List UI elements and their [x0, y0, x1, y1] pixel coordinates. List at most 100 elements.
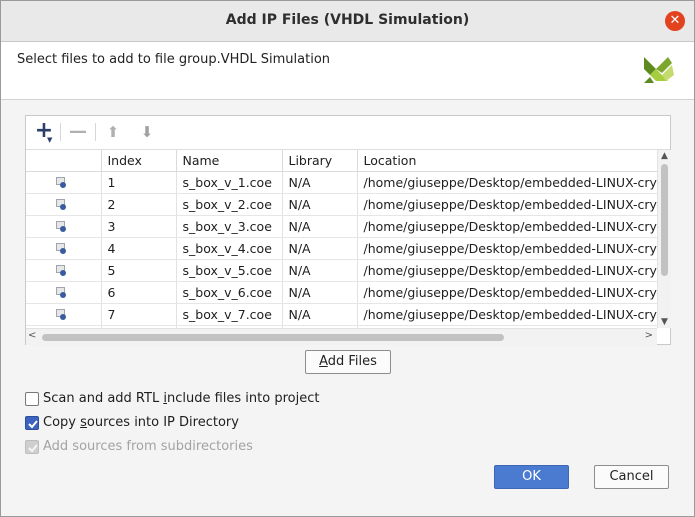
- index-cell: 3: [101, 215, 177, 238]
- file-icon: [56, 287, 68, 298]
- column-header-index[interactable]: Index: [101, 150, 177, 172]
- file-type-cell: [26, 215, 102, 238]
- file-icon: [56, 199, 68, 210]
- library-cell: N/A: [282, 303, 358, 326]
- table-row[interactable]: 6 s_box_v_6.coe N/A/home/giuseppe/Desktop/…: [26, 281, 657, 304]
- table-header-row: Index Name Library Location: [26, 150, 657, 172]
- vertical-scroll-thumb[interactable]: [661, 164, 668, 276]
- name-cell: s_box_v_7.coe: [176, 303, 283, 326]
- remove-file-button[interactable]: —: [67, 122, 89, 142]
- file-icon: [56, 309, 68, 320]
- name-cell: s_box_v_2.coe: [176, 193, 283, 216]
- files-toolbar: + ▼ — ⬆ ⬇: [26, 116, 670, 150]
- checkmark-icon: [28, 444, 38, 453]
- table-row[interactable]: 5 s_box_v_5.coe N/A/home/giuseppe/Desktop/…: [26, 259, 657, 282]
- name-cell: s_box_v_4.coe: [176, 237, 283, 260]
- move-up-button[interactable]: ⬆: [102, 122, 124, 142]
- horizontal-scrollbar[interactable]: < >: [26, 328, 657, 345]
- files-table-viewport[interactable]: Index Name Library Location 1 s_box_v_1.c…: [26, 150, 657, 328]
- toolbar-separator: [95, 123, 96, 141]
- name-cell: s_box_v_1.coe: [176, 171, 283, 194]
- file-icon: [56, 265, 68, 276]
- location-cell: /home/giuseppe/Desktop/embedded-LINUX-cr…: [357, 193, 657, 216]
- label-part: Copy: [43, 415, 81, 430]
- column-header-icon[interactable]: [26, 150, 102, 172]
- location-cell: /home/giuseppe/Desktop/embedded-LINUX-cr…: [357, 215, 657, 238]
- close-icon[interactable]: ✕: [665, 11, 685, 31]
- name-cell: s_box_v_6.coe: [176, 281, 283, 304]
- minus-icon: —: [69, 121, 87, 142]
- add-file-button[interactable]: + ▼: [33, 120, 55, 145]
- library-cell: N/A: [282, 259, 358, 282]
- file-type-cell: [26, 259, 102, 282]
- library-cell: N/A: [282, 171, 358, 194]
- copy-sources-label: Copy sources into IP Directory: [43, 414, 239, 432]
- xilinx-logo-icon: [644, 57, 674, 83]
- table-row[interactable]: 3 s_box_v_3.coe N/A/home/giuseppe/Desktop/…: [26, 215, 657, 238]
- index-cell: 5: [101, 259, 177, 282]
- index-cell: 7: [101, 303, 177, 326]
- add-subdirectories-checkbox: [25, 440, 39, 454]
- library-cell: N/A: [282, 215, 358, 238]
- arrow-down-icon: ⬇: [140, 123, 154, 141]
- column-header-location[interactable]: Location: [357, 150, 657, 172]
- name-cell: s_box_v_5.coe: [176, 259, 283, 282]
- add-files-label: dd Files: [327, 354, 377, 369]
- index-cell: 2: [101, 193, 177, 216]
- file-type-cell: [26, 303, 102, 326]
- cancel-button[interactable]: Cancel: [594, 465, 669, 489]
- file-icon: [56, 221, 68, 232]
- column-header-name[interactable]: Name: [176, 150, 283, 172]
- arrow-up-icon: ⬆: [106, 123, 120, 141]
- scan-rtl-label: Scan and add RTL include files into proj…: [43, 390, 319, 408]
- table-row[interactable]: 2 s_box_v_2.coe N/A/home/giuseppe/Desktop/…: [26, 193, 657, 216]
- scroll-left-icon[interactable]: <: [28, 330, 36, 341]
- name-cell: s_box_v_3.coe: [176, 215, 283, 238]
- scroll-down-icon[interactable]: ▼: [658, 317, 671, 327]
- location-cell: /home/giuseppe/Desktop/embedded-LINUX-cr…: [357, 237, 657, 260]
- scroll-up-icon[interactable]: ▲: [658, 151, 671, 161]
- table-row[interactable]: 1 s_box_v_1.coe N/A/home/giuseppe/Desktop/…: [26, 171, 657, 194]
- library-cell: N/A: [282, 193, 358, 216]
- add-subdirectories-label: Add sources from subdirectories: [43, 439, 253, 454]
- file-icon: [56, 177, 68, 188]
- horizontal-scroll-thumb[interactable]: [42, 334, 504, 341]
- dropdown-caret-icon: ▼: [47, 136, 53, 144]
- location-cell: /home/giuseppe/Desktop/embedded-LINUX-cr…: [357, 303, 657, 326]
- dialog-header: Select files to add to file group.VHDL S…: [1, 42, 694, 100]
- checkmark-icon: [28, 420, 38, 429]
- file-type-cell: [26, 171, 102, 194]
- scroll-right-icon[interactable]: >: [645, 330, 653, 341]
- add-ip-files-dialog: Add IP Files (VHDL Simulation) ✕ Select …: [0, 0, 695, 517]
- files-table: Index Name Library Location 1 s_box_v_1.c…: [26, 150, 657, 328]
- dialog-title: Add IP Files (VHDL Simulation): [225, 12, 470, 28]
- ok-button[interactable]: OK: [494, 465, 569, 489]
- label-mnemonic: s: [80, 415, 87, 430]
- location-cell: /home/giuseppe/Desktop/embedded-LINUX-cr…: [357, 281, 657, 304]
- index-cell: 1: [101, 171, 177, 194]
- title-bar[interactable]: Add IP Files (VHDL Simulation) ✕: [1, 1, 694, 42]
- file-type-cell: [26, 237, 102, 260]
- index-cell: 6: [101, 281, 177, 304]
- index-cell: 4: [101, 237, 177, 260]
- file-type-cell: [26, 193, 102, 216]
- instruction-text: Select files to add to file group.VHDL S…: [17, 52, 331, 67]
- vertical-scrollbar[interactable]: ▲ ▼: [657, 150, 671, 328]
- table-row[interactable]: 4 s_box_v_4.coe N/A/home/giuseppe/Desktop/…: [26, 237, 657, 260]
- add-files-mnemonic: A: [319, 354, 328, 369]
- location-cell: /home/giuseppe/Desktop/embedded-LINUX-cr…: [357, 171, 657, 194]
- file-type-cell: [26, 281, 102, 304]
- column-header-library[interactable]: Library: [282, 150, 358, 172]
- file-icon: [56, 243, 68, 254]
- scan-rtl-checkbox[interactable]: [25, 392, 39, 406]
- move-down-button[interactable]: ⬇: [136, 122, 158, 142]
- toolbar-separator: [60, 123, 61, 141]
- library-cell: N/A: [282, 281, 358, 304]
- table-row[interactable]: 7 s_box_v_7.coe N/A/home/giuseppe/Desktop/…: [26, 303, 657, 326]
- files-panel: + ▼ — ⬆ ⬇ Index Name Library Location 1 …: [25, 115, 671, 345]
- library-cell: N/A: [282, 237, 358, 260]
- add-files-button[interactable]: Add Files: [305, 350, 391, 374]
- label-part: ources into IP Directory: [86, 415, 239, 430]
- copy-sources-checkbox[interactable]: [25, 416, 39, 430]
- label-part: nclude files into project: [166, 391, 320, 406]
